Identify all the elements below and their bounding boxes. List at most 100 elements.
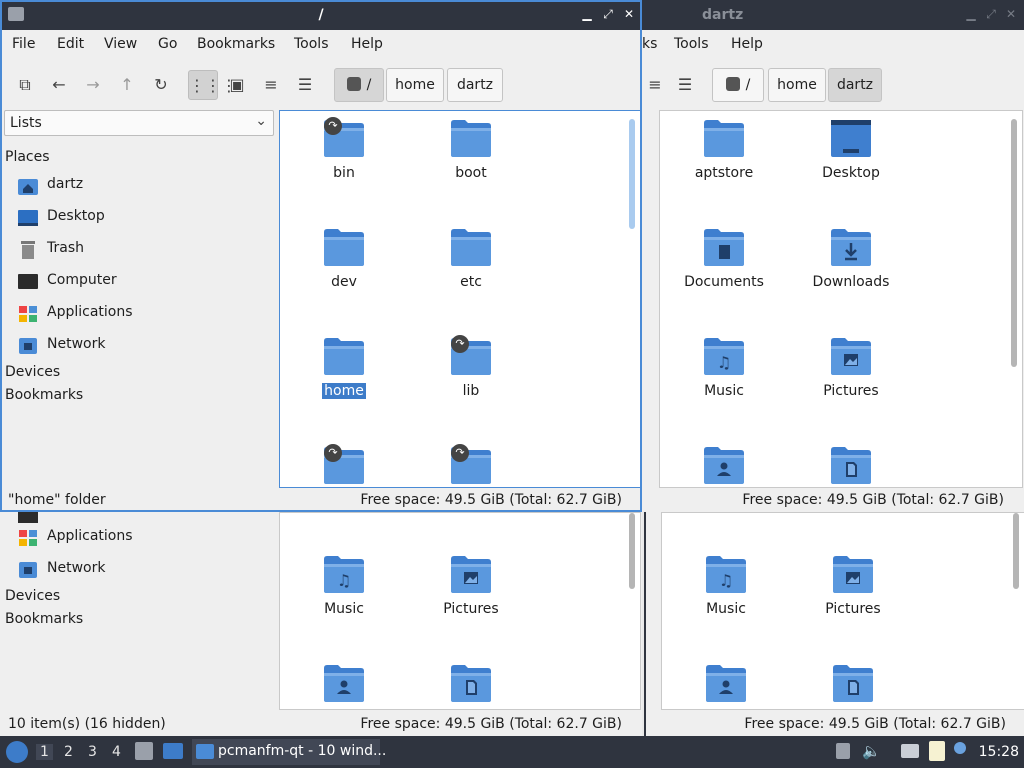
menu-edit[interactable]: Edit bbox=[57, 36, 84, 52]
devices-header[interactable]: Devices bbox=[5, 364, 60, 380]
vertical-scrollbar[interactable] bbox=[629, 513, 635, 589]
compact-view-icon[interactable]: ≡ bbox=[256, 70, 286, 100]
menu-bookmarks[interactable]: Bookmarks bbox=[197, 36, 275, 52]
folder-item[interactable]: dev bbox=[284, 220, 404, 320]
place-computer[interactable]: Computer bbox=[18, 270, 268, 294]
path-dartz-button[interactable]: dartz bbox=[447, 68, 503, 102]
file-view[interactable]: ♫ Music Pictures bbox=[279, 512, 641, 710]
place-trash[interactable]: Trash bbox=[18, 238, 268, 262]
folder-item[interactable] bbox=[666, 656, 786, 710]
folder-item[interactable]: Pictures bbox=[411, 547, 531, 647]
file-manager-launcher-icon[interactable] bbox=[135, 742, 153, 760]
file-view[interactable]: ♫ Music Pictures bbox=[661, 512, 1024, 710]
folder-item[interactable]: Pictures bbox=[793, 547, 913, 647]
minimize-icon[interactable]: ▁ bbox=[964, 7, 978, 21]
place-applications[interactable]: Applications bbox=[18, 526, 268, 550]
folder-item[interactable]: ♫ Music bbox=[666, 547, 786, 647]
new-tab-icon[interactable]: ⧉ bbox=[10, 70, 40, 100]
path-root-button[interactable]: / bbox=[712, 68, 764, 102]
folder-item[interactable]: ♫ Music bbox=[284, 547, 404, 647]
maximize-icon[interactable]: ⤢ bbox=[984, 7, 998, 21]
menu-go[interactable]: Go bbox=[158, 36, 177, 52]
icon-view-icon[interactable]: ⋮⋮⋮ bbox=[188, 70, 237, 100]
place-computer[interactable] bbox=[18, 512, 268, 526]
folder-item[interactable]: etc bbox=[411, 220, 531, 320]
folder-item[interactable]: Downloads bbox=[791, 220, 911, 320]
start-menu-icon[interactable] bbox=[6, 741, 28, 763]
workspace-4[interactable]: 4 bbox=[112, 744, 121, 760]
place-desktop[interactable]: Desktop bbox=[18, 206, 268, 230]
right-top-titlebar[interactable]: dartz ▁ ⤢ ✕ bbox=[642, 0, 1024, 30]
folder-item[interactable]: Documents bbox=[664, 220, 784, 320]
path-dartz-button[interactable]: dartz bbox=[828, 68, 882, 102]
places-header[interactable]: Places bbox=[5, 149, 50, 165]
folder-item[interactable] bbox=[791, 438, 911, 488]
folder-item[interactable]: boot bbox=[411, 111, 531, 211]
close-icon[interactable]: ✕ bbox=[1004, 7, 1018, 21]
place-network[interactable]: Network bbox=[18, 558, 268, 582]
reload-icon[interactable]: ↻ bbox=[146, 70, 176, 100]
workspace-2[interactable]: 2 bbox=[64, 744, 73, 760]
folder-item[interactable] bbox=[664, 438, 784, 488]
detailed-list-icon[interactable]: ☰ bbox=[290, 70, 320, 100]
bookmarks-header[interactable]: Bookmarks bbox=[5, 387, 83, 403]
folder-item[interactable]: Pictures bbox=[791, 329, 911, 429]
symlink-icon: ↷ bbox=[451, 335, 469, 353]
folder-item[interactable]: Desktop bbox=[791, 111, 911, 211]
back-arrow-icon[interactable]: ← bbox=[44, 70, 74, 100]
folder-item-selected[interactable]: home bbox=[284, 329, 404, 429]
menu-bookmarks[interactable]: ks bbox=[642, 36, 657, 52]
file-view[interactable]: aptstore Desktop Documents Downloads ♫ Mu… bbox=[659, 110, 1023, 488]
folder-item[interactable]: ♫ Music bbox=[664, 329, 784, 429]
menu-tools[interactable]: Tools bbox=[674, 36, 709, 52]
front-window: / ▁ ⤢ ✕ File Edit View Go Bookmarks Tool… bbox=[0, 0, 642, 512]
path-home-button[interactable]: home bbox=[768, 68, 826, 102]
notification-icon[interactable] bbox=[954, 742, 966, 754]
clipboard-icon[interactable] bbox=[929, 741, 945, 761]
taskbar-task-pcmanfm[interactable]: pcmanfm-qt - 10 wind... bbox=[192, 739, 386, 765]
detailed-list-icon[interactable]: ☰ bbox=[670, 70, 700, 100]
trash-icon bbox=[21, 241, 35, 259]
place-applications[interactable]: Applications bbox=[18, 302, 268, 326]
vertical-scrollbar[interactable] bbox=[629, 119, 635, 229]
side-pane-mode-select[interactable]: Lists ⌄ bbox=[4, 110, 274, 136]
file-view[interactable]: ↷ bin boot dev etc home ↷ lib ↷ ↷ bbox=[279, 110, 641, 488]
folder-item-link[interactable]: ↷ bbox=[284, 438, 404, 488]
forward-arrow-icon[interactable]: → bbox=[78, 70, 108, 100]
item-label: Pictures bbox=[825, 601, 881, 617]
folder-item[interactable] bbox=[284, 656, 404, 710]
menu-help[interactable]: Help bbox=[731, 36, 763, 52]
folder-item-link[interactable]: ↷ bbox=[411, 438, 531, 488]
vertical-scrollbar[interactable] bbox=[1011, 119, 1017, 367]
up-arrow-icon[interactable]: ↑ bbox=[112, 70, 142, 100]
thumbnail-view-icon[interactable]: ▣ bbox=[222, 70, 252, 100]
workspace-1[interactable]: 1 bbox=[36, 744, 53, 760]
folder-item-link[interactable]: ↷ bin bbox=[284, 111, 404, 211]
path-root-button[interactable]: / bbox=[334, 68, 384, 102]
folder-item-link[interactable]: ↷ lib bbox=[411, 329, 531, 429]
vertical-scrollbar[interactable] bbox=[1013, 513, 1019, 589]
menu-file[interactable]: File bbox=[12, 36, 35, 52]
folder-item[interactable] bbox=[793, 656, 913, 710]
folder-item[interactable] bbox=[411, 656, 531, 710]
removable-media-icon[interactable] bbox=[836, 743, 850, 759]
folder-item[interactable]: aptstore bbox=[664, 111, 784, 211]
menu-view[interactable]: View bbox=[104, 36, 137, 52]
place-home[interactable]: dartz bbox=[18, 174, 268, 198]
minimize-icon[interactable]: ▁ bbox=[580, 7, 594, 21]
compact-view-icon[interactable]: ≡ bbox=[642, 70, 670, 100]
close-icon[interactable]: ✕ bbox=[622, 7, 636, 21]
menu-tools[interactable]: Tools bbox=[294, 36, 329, 52]
workspace-3[interactable]: 3 bbox=[88, 744, 97, 760]
path-home-button[interactable]: home bbox=[386, 68, 444, 102]
menu-help[interactable]: Help bbox=[351, 36, 383, 52]
network-status-icon[interactable] bbox=[901, 744, 919, 758]
show-desktop-icon[interactable] bbox=[163, 743, 183, 759]
statusbar: Free space: 49.5 GiB (Total: 62.7 GiB) bbox=[642, 490, 1024, 512]
volume-icon[interactable]: 🔈 bbox=[862, 742, 881, 760]
devices-header[interactable]: Devices bbox=[5, 588, 60, 604]
place-network[interactable]: Network bbox=[18, 334, 268, 358]
front-titlebar[interactable]: / ▁ ⤢ ✕ bbox=[0, 0, 642, 30]
bookmarks-header[interactable]: Bookmarks bbox=[5, 611, 83, 627]
maximize-icon[interactable]: ⤢ bbox=[601, 7, 615, 21]
